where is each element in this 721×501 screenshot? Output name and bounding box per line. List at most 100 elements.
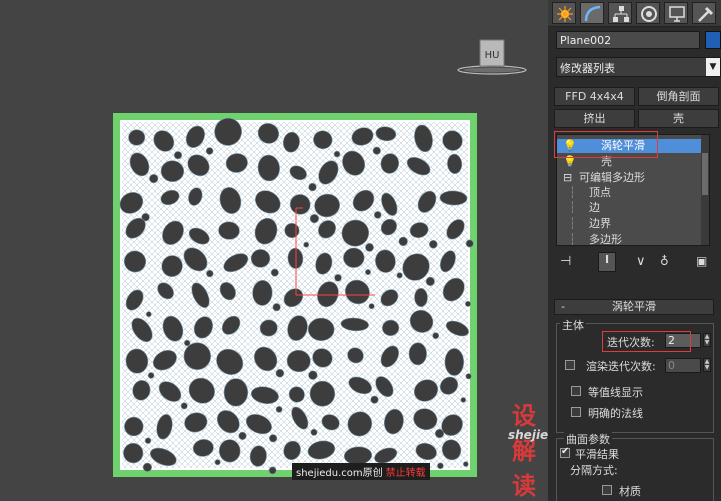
rollout-collapse-toggle[interactable]: - — [561, 300, 565, 314]
isoline-label: 等值线显示 — [588, 386, 643, 399]
perforated-plane-object[interactable] — [113, 113, 477, 477]
mesh-hole-small — [270, 268, 279, 277]
display-icon — [669, 6, 685, 22]
mesh-hole-small — [396, 272, 403, 279]
mesh-hole-small — [370, 395, 379, 404]
mesh-hole — [408, 342, 427, 366]
mesh-hole — [183, 342, 212, 370]
chevron-down-icon: ▼ — [706, 58, 720, 76]
render-iterations-field[interactable]: 0 — [665, 358, 701, 373]
utilities-icon — [698, 6, 714, 22]
rollout-title: 涡轮平滑 — [612, 300, 656, 313]
mesh-hole-small — [365, 242, 374, 252]
viewcube-widget[interactable]: HU — [456, 38, 528, 78]
ffd-button[interactable]: FFD 4x4x4 — [554, 87, 635, 106]
mesh-hole-small — [238, 431, 247, 441]
motion-icon — [641, 6, 657, 22]
perspective-viewport[interactable]: HU 设解读 shejiedu.com shejiedu.com原创禁止转载 — [0, 0, 548, 501]
chamfer-profile-button[interactable]: 倒角剖面 — [638, 87, 719, 106]
extrude-button[interactable]: 挤出 — [554, 109, 635, 128]
tab-motion[interactable] — [636, 2, 660, 24]
mesh-hole-small — [310, 428, 318, 436]
show-end-result-icon[interactable]: I — [598, 252, 616, 272]
stack-item-vertex[interactable]: ┆ 顶点 — [557, 186, 703, 200]
mesh-hole-small — [275, 368, 285, 378]
create-icon — [557, 6, 573, 22]
mesh-hole — [444, 348, 464, 376]
material-checkbox[interactable] — [602, 485, 612, 495]
modifier-list-dropdown[interactable]: 修改器列表 ▼ — [556, 57, 721, 77]
surface-group-label: 曲面参数 — [564, 431, 612, 447]
mesh-hole-small — [465, 239, 474, 248]
object-color-swatch[interactable] — [705, 31, 721, 49]
mesh-hole-small — [464, 300, 471, 307]
mesh-hole — [307, 317, 335, 342]
mesh-hole-small — [206, 269, 214, 278]
mesh-hole-small — [373, 211, 382, 219]
smooth-result-checkbox[interactable] — [560, 446, 570, 458]
stack-item-border[interactable]: ┆ 边界 — [557, 217, 703, 231]
mesh-hole-small — [372, 146, 381, 155]
explicit-normals-label: 明确的法线 — [588, 407, 643, 420]
iterations-spinner[interactable]: ▲ ▼ — [703, 333, 711, 347]
mesh-hole-small — [145, 311, 152, 318]
make-unique-icon[interactable]: ∨ — [636, 254, 646, 269]
configure-sets-icon[interactable]: ▣ — [696, 254, 707, 268]
mesh-hole-small — [432, 332, 440, 340]
watermark-original: 原创 — [362, 468, 383, 479]
command-panel: Plane002 修改器列表 ▼ FFD 4x4x4 倒角剖面 挤出 壳 💡 涡… — [548, 0, 721, 501]
turbosmooth-rollout-header[interactable]: - 涡轮平滑 — [554, 299, 714, 315]
remove-modifier-icon[interactable]: ♁ — [660, 254, 669, 268]
mesh-hole-small — [272, 303, 281, 312]
mesh-hole-small — [147, 372, 155, 379]
plane-mesh — [113, 113, 477, 477]
stack-item-polygon[interactable]: ┆ 多边形 — [557, 233, 703, 245]
stack-item-edge[interactable]: ┆ 边 — [557, 201, 703, 215]
tab-create[interactable] — [552, 2, 576, 24]
mesh-hole-small — [269, 434, 278, 443]
modifier-list-label: 修改器列表 — [560, 62, 615, 75]
render-iterations-checkbox[interactable] — [565, 360, 575, 370]
isoline-checkbox[interactable] — [571, 386, 581, 396]
mesh-hole-small — [460, 397, 467, 403]
explicit-normals-checkbox[interactable] — [571, 407, 581, 417]
tab-display[interactable] — [664, 2, 688, 24]
stack-scrollbar[interactable] — [701, 135, 709, 245]
object-name-field[interactable]: Plane002 — [556, 31, 700, 49]
mesh-hole-small — [205, 147, 214, 155]
tab-hierarchy[interactable] — [608, 2, 632, 24]
watermark-site: shejiedu.com — [296, 468, 363, 479]
material-label: 材质 — [619, 485, 641, 498]
stack-item-editable-poly[interactable]: ⊟ 可编辑多边形 — [557, 171, 703, 185]
mesh-hole-small — [214, 459, 221, 466]
mesh-hole-small — [465, 373, 472, 380]
render-iterations-label: 渲染迭代次数: — [586, 360, 656, 373]
watermark-no-repost: 禁止转载 — [385, 468, 426, 479]
mesh-hole-small — [142, 462, 153, 472]
mesh-hole-small — [425, 276, 435, 286]
stack-toolbar: ⊣ I ∨ ♁ ▣ — [548, 252, 721, 274]
stack-scroll-thumb[interactable] — [702, 153, 708, 195]
shell-button[interactable]: 壳 — [638, 109, 719, 128]
mesh-hole-small — [462, 461, 469, 467]
mesh-hole-small — [149, 173, 159, 184]
mesh-hole-small — [398, 236, 408, 247]
watermark-logo: 设解读 — [512, 402, 537, 500]
mesh-hole-small — [308, 370, 318, 380]
viewcube-face-label: HU — [485, 50, 500, 61]
pin-stack-icon[interactable]: ⊣ — [560, 254, 571, 269]
smooth-result-label: 平滑结果 — [575, 448, 619, 461]
mesh-hole-small — [144, 437, 152, 444]
modify-icon — [584, 5, 601, 22]
hierarchy-icon — [613, 6, 629, 22]
command-panel-tabs — [548, 0, 721, 27]
mesh-hole-small — [303, 241, 310, 248]
mesh-hole-small — [180, 402, 188, 410]
tab-utilities[interactable] — [692, 2, 716, 24]
mesh-hole — [343, 247, 365, 268]
render-iterations-spinner[interactable]: ▲ ▼ — [703, 358, 711, 372]
tab-modify[interactable] — [580, 2, 604, 24]
mesh-hole-small — [308, 182, 317, 192]
collapse-minus-icon[interactable]: ⊟ — [563, 171, 572, 185]
mesh-hole — [414, 288, 428, 307]
